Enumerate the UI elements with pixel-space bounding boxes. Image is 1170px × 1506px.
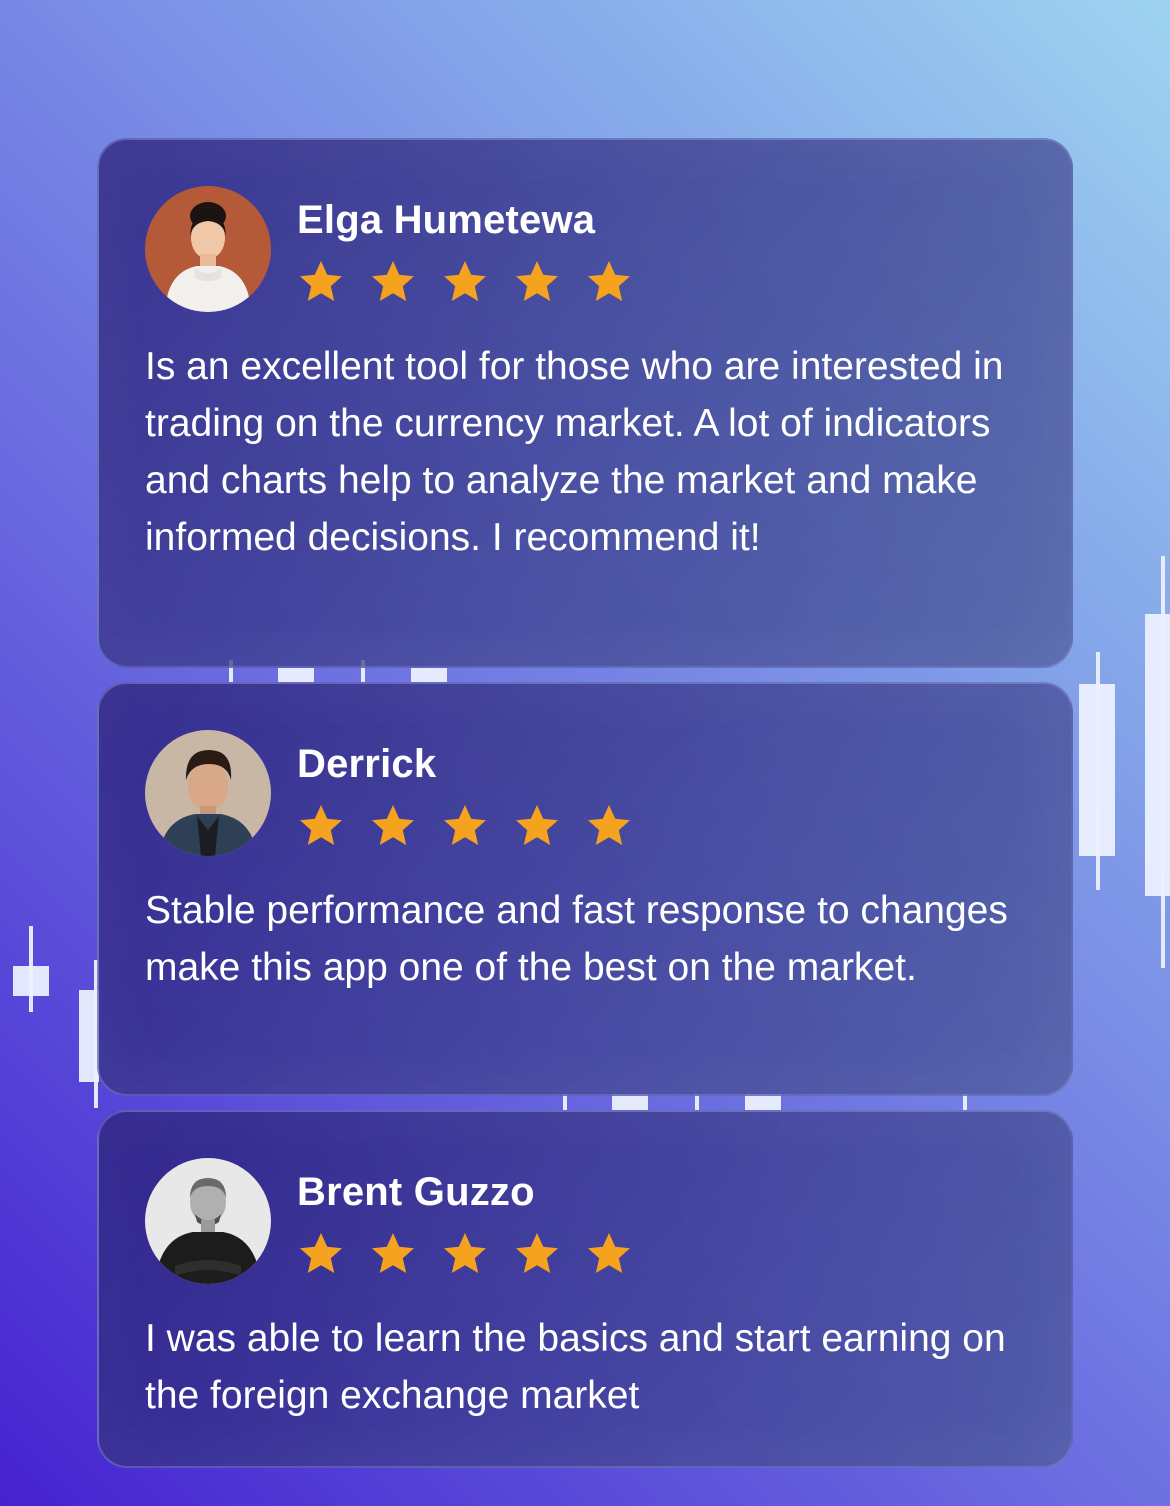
review-text: Is an excellent tool for those who are i… <box>145 345 1004 559</box>
candle-wick <box>963 1094 967 1110</box>
star-rating <box>297 258 633 306</box>
review-card: Elga Humetewa Is an excellent tool for t… <box>97 138 1073 668</box>
candle-body <box>13 966 49 996</box>
star-icon <box>588 261 630 301</box>
candle-body <box>612 1094 648 1110</box>
candle-body <box>79 990 99 1082</box>
candle-wick <box>1096 652 1100 890</box>
star-icon <box>588 805 630 845</box>
star-icon <box>300 805 342 845</box>
candle-body <box>1079 684 1115 856</box>
candle-body <box>745 1094 781 1110</box>
reviewer-name: Brent Guzzo <box>297 1170 535 1214</box>
candle-wick <box>563 1094 567 1110</box>
star-icon <box>444 261 486 301</box>
review-text: I was able to learn the basics and start… <box>145 1317 1006 1417</box>
candle-wick <box>695 1094 699 1110</box>
reviewer-name: Derrick <box>297 742 437 786</box>
candle-wick <box>1161 556 1165 968</box>
star-icon <box>516 1233 558 1273</box>
reviewer-name: Elga Humetewa <box>297 198 596 242</box>
star-icon <box>372 805 414 845</box>
avatar <box>145 730 271 856</box>
review-card: Derrick Stable performance and fast resp… <box>97 682 1073 1096</box>
star-icon <box>516 261 558 301</box>
review-card: Brent Guzzo I was able to learn the basi… <box>97 1110 1073 1468</box>
star-icon <box>300 261 342 301</box>
man-portrait-icon <box>145 730 271 856</box>
star-icon <box>372 1233 414 1273</box>
man-portrait-bw-icon <box>145 1158 271 1284</box>
star-icon <box>300 1233 342 1273</box>
star-icon <box>372 261 414 301</box>
candle-body <box>278 668 314 682</box>
star-rating <box>297 802 633 850</box>
star-icon <box>444 805 486 845</box>
star-icon <box>588 1233 630 1273</box>
woman-portrait-icon <box>145 186 271 312</box>
avatar <box>145 186 271 312</box>
candle-body <box>411 668 447 682</box>
star-icon <box>444 1233 486 1273</box>
star-icon <box>516 805 558 845</box>
avatar <box>145 1158 271 1284</box>
candle-wick <box>29 926 33 1012</box>
review-text: Stable performance and fast response to … <box>145 889 1008 989</box>
candle-body <box>1145 614 1170 896</box>
star-rating <box>297 1230 633 1278</box>
